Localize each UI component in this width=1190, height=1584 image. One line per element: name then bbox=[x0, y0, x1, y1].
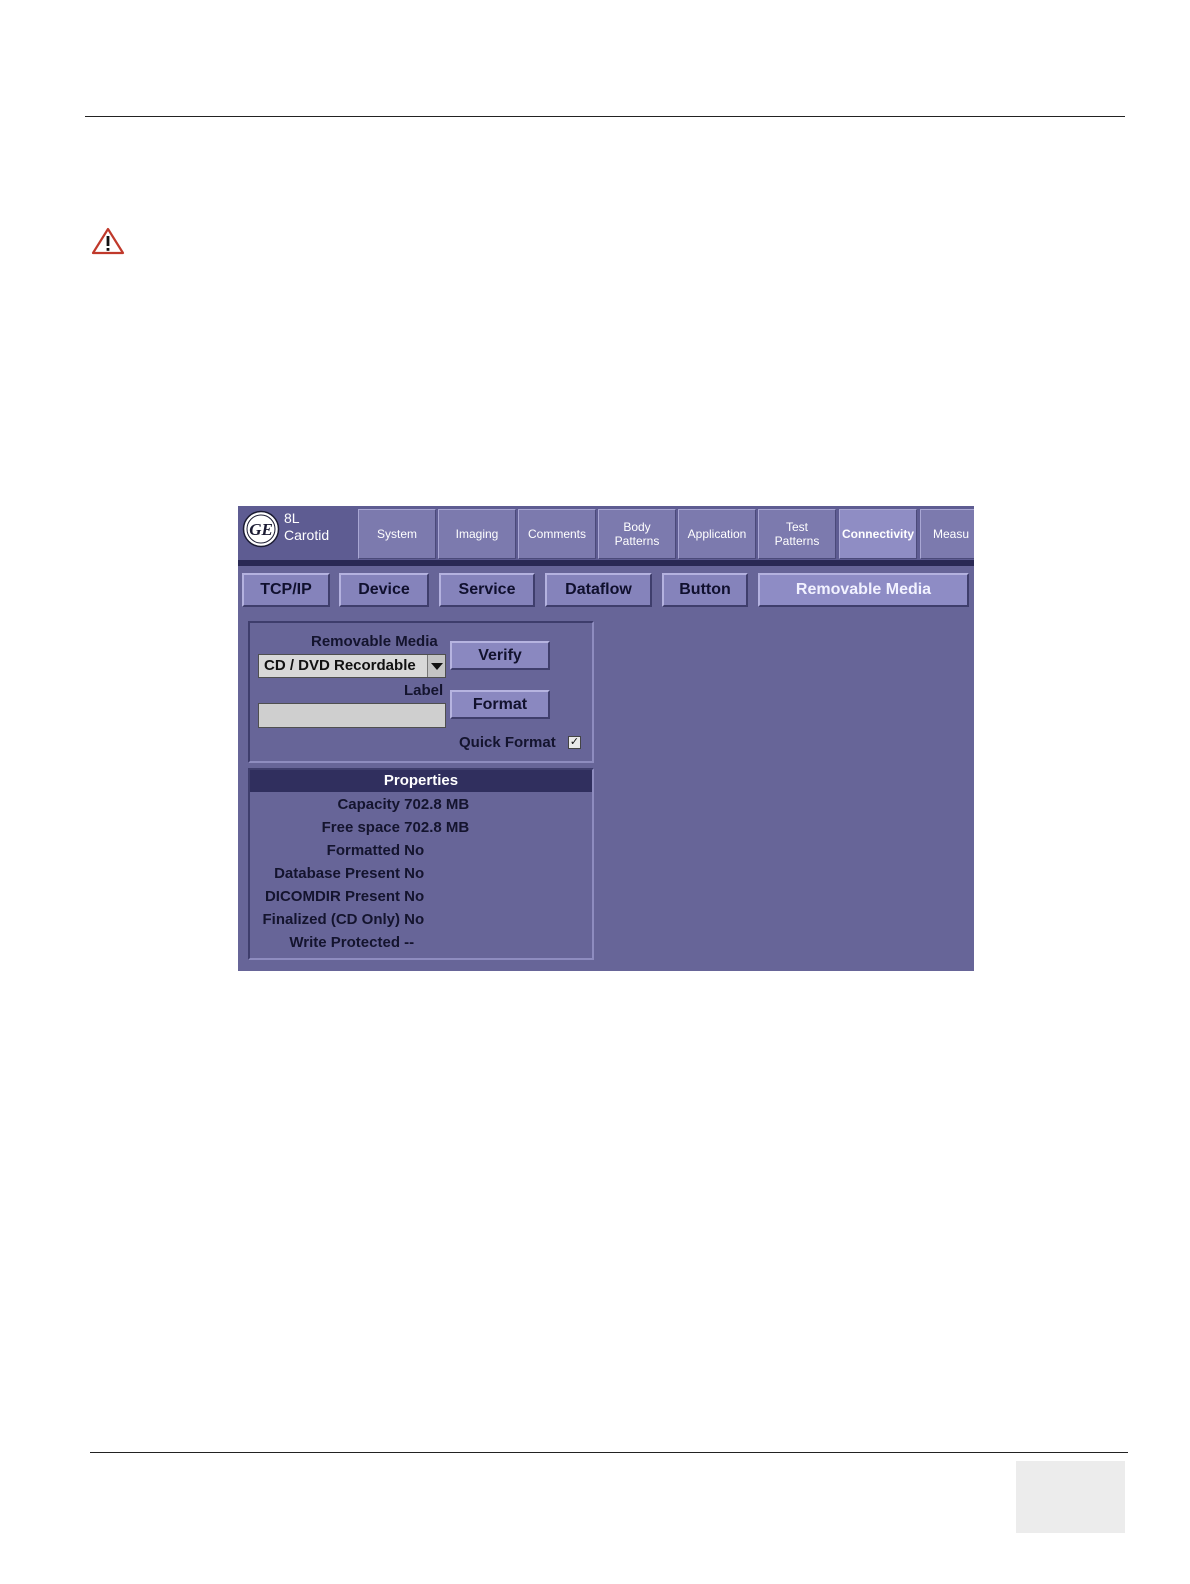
removable-media-selected: CD / DVD Recordable bbox=[264, 657, 416, 674]
probe-name: 8L bbox=[284, 510, 300, 526]
property-row-database-present: Database Present No bbox=[274, 865, 425, 882]
tab-test-patterns[interactable]: Test Patterns bbox=[758, 509, 836, 559]
property-row-free-space: Free space 702.8 MB bbox=[321, 819, 470, 836]
subtab-device[interactable]: Device bbox=[339, 573, 429, 607]
subtab-removable-media[interactable]: Removable Media bbox=[758, 573, 969, 607]
tab-measure[interactable]: Measu bbox=[920, 509, 974, 559]
subtab-service[interactable]: Service bbox=[439, 573, 535, 607]
subtab-button[interactable]: Button bbox=[662, 573, 748, 607]
svg-text:GE: GE bbox=[249, 520, 273, 539]
top-menu-divider bbox=[238, 560, 974, 566]
check-icon: ✓ bbox=[569, 736, 580, 748]
removable-media-caption: Removable Media bbox=[311, 633, 438, 650]
preset-name: Carotid bbox=[284, 527, 330, 543]
removable-media-select[interactable]: CD / DVD Recordable bbox=[258, 654, 446, 678]
header-rule bbox=[85, 116, 1125, 117]
property-row-capacity: Capacity 702.8 MB bbox=[337, 796, 470, 813]
subtab-dataflow[interactable]: Dataflow bbox=[545, 573, 652, 607]
verify-button[interactable]: Verify bbox=[450, 641, 550, 670]
subtab-tcp-ip[interactable]: TCP/IP bbox=[242, 573, 330, 607]
ultrasound-connectivity-screen: GE 8L Carotid System Imaging Comments Bo… bbox=[238, 506, 974, 971]
label-input[interactable] bbox=[258, 703, 446, 728]
top-menu-bar: GE 8L Carotid System Imaging Comments Bo… bbox=[238, 506, 974, 560]
chevron-down-icon[interactable] bbox=[427, 655, 445, 677]
quick-format-label: Quick Format bbox=[459, 734, 556, 751]
quick-format-checkbox[interactable]: ✓ bbox=[568, 736, 581, 749]
label-caption: Label bbox=[404, 682, 444, 699]
ge-logo-icon: GE bbox=[242, 510, 280, 548]
tab-imaging[interactable]: Imaging bbox=[438, 509, 516, 559]
probe-preset-label: 8L Carotid bbox=[284, 510, 329, 544]
tab-application[interactable]: Application bbox=[678, 509, 756, 559]
property-row-formatted: Formatted No bbox=[326, 842, 425, 859]
tab-body-patterns[interactable]: Body Patterns bbox=[598, 509, 676, 559]
tab-system[interactable]: System bbox=[358, 509, 436, 559]
property-row-write-protected: Write Protected -- bbox=[289, 934, 415, 951]
property-row-dicomdir-present: DICOMDIR Present No bbox=[264, 888, 425, 905]
tab-connectivity[interactable]: Connectivity bbox=[839, 509, 917, 559]
format-button[interactable]: Format bbox=[450, 690, 550, 719]
tab-comments[interactable]: Comments bbox=[518, 509, 596, 559]
property-row-finalized: Finalized (CD Only) No bbox=[262, 911, 425, 928]
properties-header: Properties bbox=[250, 770, 592, 792]
page-number-box bbox=[1016, 1461, 1125, 1533]
warning-triangle-icon bbox=[91, 227, 125, 255]
footer-rule bbox=[90, 1452, 1128, 1453]
